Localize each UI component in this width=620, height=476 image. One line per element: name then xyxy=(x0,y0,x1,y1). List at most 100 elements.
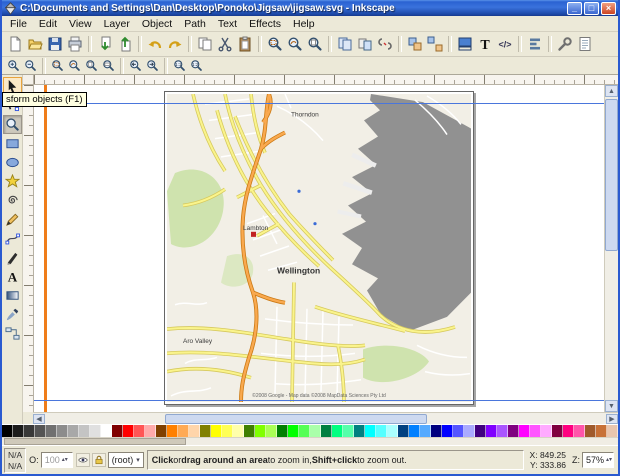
undo-button[interactable] xyxy=(145,34,165,54)
palette-swatch[interactable] xyxy=(607,425,618,437)
palette-swatch[interactable] xyxy=(233,425,244,437)
zoom-page-width-button[interactable] xyxy=(100,58,117,73)
palette-swatch[interactable] xyxy=(46,425,57,437)
scroll-up-icon[interactable]: ▲ xyxy=(605,85,618,97)
palette-scroll-thumb[interactable] xyxy=(4,438,186,445)
maximize-button[interactable]: □ xyxy=(584,1,599,15)
scroll-down-icon[interactable]: ▼ xyxy=(605,400,618,412)
palette-swatch[interactable] xyxy=(156,425,167,437)
zoom-1-2-button[interactable]: 1:2 xyxy=(188,58,205,73)
palette-swatch[interactable] xyxy=(464,425,475,437)
dropper-tool-button[interactable] xyxy=(3,305,22,324)
palette-swatch[interactable] xyxy=(486,425,497,437)
text-dialog-button[interactable]: T xyxy=(475,34,495,54)
palette-swatch[interactable] xyxy=(442,425,453,437)
palette-swatch[interactable] xyxy=(354,425,365,437)
palette-swatch[interactable] xyxy=(409,425,420,437)
group-button[interactable] xyxy=(405,34,425,54)
menu-effects[interactable]: Effects xyxy=(243,17,287,31)
palette-swatch[interactable] xyxy=(112,425,123,437)
palette-swatch[interactable] xyxy=(24,425,35,437)
open-document-button[interactable] xyxy=(25,34,45,54)
document-properties-button[interactable] xyxy=(575,34,595,54)
zoom-selection-button[interactable] xyxy=(49,58,66,73)
palette-swatch[interactable] xyxy=(376,425,387,437)
palette-swatch[interactable] xyxy=(211,425,222,437)
palette-swatch[interactable] xyxy=(101,425,112,437)
layer-selector[interactable]: (root) ▾ xyxy=(107,452,144,468)
zoom-next-button[interactable] xyxy=(144,58,161,73)
palette-swatch[interactable] xyxy=(57,425,68,437)
scroll-left-icon[interactable]: ◀ xyxy=(33,413,45,424)
gradient-tool-button[interactable] xyxy=(3,286,22,305)
spinner-arrows-icon[interactable]: ▴▾ xyxy=(606,457,612,463)
palette-swatch[interactable] xyxy=(134,425,145,437)
palette-swatch[interactable] xyxy=(497,425,508,437)
align-distribute-dialog-button[interactable] xyxy=(525,34,545,54)
palette-swatch[interactable] xyxy=(530,425,541,437)
palette-swatch[interactable] xyxy=(299,425,310,437)
pencil-tool-button[interactable] xyxy=(3,210,22,229)
spinner-arrows-icon[interactable]: ▴▾ xyxy=(62,457,68,463)
zoom-page-button[interactable] xyxy=(305,34,325,54)
palette-swatch[interactable] xyxy=(244,425,255,437)
menu-file[interactable]: File xyxy=(4,17,33,31)
palette-swatch[interactable] xyxy=(79,425,90,437)
ellipse-tool-button[interactable] xyxy=(3,153,22,172)
create-clone-button[interactable] xyxy=(355,34,375,54)
palette-swatch[interactable] xyxy=(35,425,46,437)
save-document-button[interactable] xyxy=(45,34,65,54)
menu-help[interactable]: Help xyxy=(287,17,321,31)
palette-swatch[interactable] xyxy=(200,425,211,437)
ungroup-button[interactable] xyxy=(425,34,445,54)
palette-swatch[interactable] xyxy=(310,425,321,437)
palette-swatch[interactable] xyxy=(398,425,409,437)
calligraphy-tool-button[interactable] xyxy=(3,248,22,267)
palette-swatch[interactable] xyxy=(365,425,376,437)
menu-object[interactable]: Object xyxy=(136,17,178,31)
zoom-selection-button[interactable] xyxy=(265,34,285,54)
layer-lock-icon[interactable] xyxy=(91,453,106,467)
print-button[interactable] xyxy=(65,34,85,54)
palette-swatch[interactable] xyxy=(2,425,13,437)
menu-edit[interactable]: Edit xyxy=(33,17,63,31)
zoom-in-button[interactable] xyxy=(5,58,22,73)
text-tool-button[interactable]: A xyxy=(3,267,22,286)
import-button[interactable] xyxy=(95,34,115,54)
horizontal-guide-bottom[interactable] xyxy=(34,400,604,401)
canvas-page[interactable]: Thorndon Lambton Wellington Aro Valley ©… xyxy=(164,91,474,405)
palette-swatch[interactable] xyxy=(552,425,563,437)
vertical-scroll-thumb[interactable] xyxy=(605,99,618,251)
palette-swatch[interactable] xyxy=(288,425,299,437)
zoom-page-button[interactable] xyxy=(83,58,100,73)
palette-swatch[interactable] xyxy=(420,425,431,437)
palette-swatch[interactable] xyxy=(387,425,398,437)
menu-layer[interactable]: Layer xyxy=(98,17,136,31)
cut-button[interactable] xyxy=(215,34,235,54)
vertical-scrollbar[interactable]: ▲ ▼ xyxy=(604,85,618,412)
paste-button[interactable] xyxy=(235,34,255,54)
palette-swatch[interactable] xyxy=(255,425,266,437)
opacity-spinbox[interactable]: 100 ▴▾ xyxy=(40,452,73,468)
horizontal-scroll-thumb[interactable] xyxy=(165,413,427,424)
duplicate-button[interactable] xyxy=(335,34,355,54)
close-button[interactable]: × xyxy=(601,1,616,15)
menu-path[interactable]: Path xyxy=(178,17,212,31)
connector-tool-button[interactable] xyxy=(3,324,22,343)
zoom-tool-button[interactable] xyxy=(2,115,22,134)
layer-visibility-icon[interactable] xyxy=(75,453,90,467)
zoom-out-button[interactable] xyxy=(22,58,39,73)
palette-swatch[interactable] xyxy=(189,425,200,437)
palette-swatch[interactable] xyxy=(68,425,79,437)
palette-swatch[interactable] xyxy=(90,425,101,437)
unlink-clone-button[interactable] xyxy=(375,34,395,54)
palette-swatch[interactable] xyxy=(343,425,354,437)
new-document-button[interactable] xyxy=(5,34,25,54)
palette-swatch[interactable] xyxy=(519,425,530,437)
redo-button[interactable] xyxy=(165,34,185,54)
zoom-previous-button[interactable] xyxy=(127,58,144,73)
fill-stroke-dialog-button[interactable] xyxy=(455,34,475,54)
export-button[interactable] xyxy=(115,34,135,54)
palette-swatch[interactable] xyxy=(475,425,486,437)
palette-swatch[interactable] xyxy=(596,425,607,437)
